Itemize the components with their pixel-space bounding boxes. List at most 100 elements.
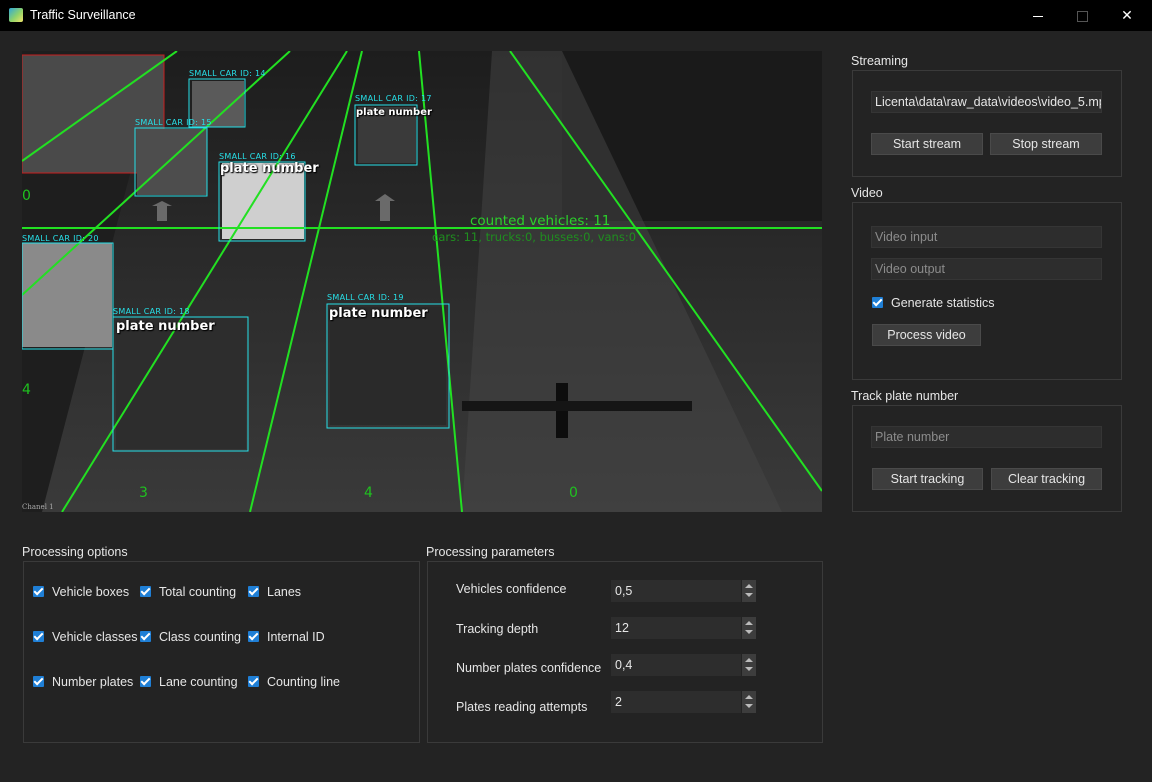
plate-label: plate number <box>329 306 428 321</box>
spinbox-value[interactable]: 0,5 <box>611 580 741 602</box>
option-label: Lane counting <box>159 675 238 689</box>
spinbox-value[interactable]: 12 <box>611 617 741 639</box>
option-label: Internal ID <box>267 630 325 644</box>
param-label: Vehicles confidence <box>456 582 567 596</box>
arrow-up-icon[interactable] <box>745 584 753 588</box>
clear-tracking-button[interactable]: Clear tracking <box>991 468 1102 490</box>
spinbox-arrows[interactable] <box>742 654 756 676</box>
detection-label: SMALL CAR ID: 14 <box>189 69 266 78</box>
app-icon <box>9 8 23 22</box>
param-label: Tracking depth <box>456 622 539 636</box>
option-label: Counting line <box>267 675 340 689</box>
tracking-depth-spinbox[interactable]: 12 <box>611 617 757 639</box>
minimize-icon <box>1033 15 1043 17</box>
close-button[interactable]: ✕ <box>1104 0 1150 31</box>
checkbox-checked-icon <box>140 586 151 597</box>
detection-label: SMALL CAR ID: 18 <box>113 307 190 316</box>
maximize-button[interactable] <box>1059 0 1105 31</box>
processing-parameters-title: Processing parameters <box>426 545 555 559</box>
plate-label: plate number <box>116 319 215 334</box>
stream-source-field[interactable]: Licenta\data\raw_data\videos\video_5.mp4 <box>871 91 1102 113</box>
video-title: Video <box>851 186 883 200</box>
detection-label: SMALL CAR ID: 16 <box>219 152 296 161</box>
spinbox-value[interactable]: 2 <box>611 691 741 713</box>
arrow-up-icon[interactable] <box>745 621 753 625</box>
detection-label: SMALL CAR ID: 20 <box>22 234 99 243</box>
arrow-up-icon[interactable] <box>745 695 753 699</box>
option-label: Vehicle classes <box>52 630 138 644</box>
option-internal-id[interactable]: Internal ID <box>248 630 325 644</box>
plates-reading-attempts-spinbox[interactable]: 2 <box>611 691 757 713</box>
generate-statistics-checkbox[interactable]: Generate statistics <box>872 296 995 310</box>
param-label: Number plates confidence <box>456 661 602 675</box>
streaming-group <box>852 70 1122 177</box>
lane-count: 3 <box>139 485 148 501</box>
option-label: Total counting <box>159 585 237 599</box>
arrow-down-icon[interactable] <box>745 630 753 634</box>
checkbox-checked-icon <box>140 676 151 687</box>
detection-label: SMALL CAR ID: 17 <box>355 94 432 103</box>
track-group <box>852 405 1122 512</box>
spinbox-arrows[interactable] <box>742 691 756 713</box>
lane-count: 4 <box>364 485 373 501</box>
video-frame: SMALL CAR ID: 14 SMALL CAR ID: 15 SMALL … <box>22 51 822 512</box>
param-label: Plates reading attempts <box>456 700 588 714</box>
class-counts-text: cars: 11, trucks:0, busses:0, vans:0 <box>432 230 637 244</box>
detection-label: SMALL CAR ID: 15 <box>135 118 212 127</box>
streaming-title: Streaming <box>851 54 908 68</box>
start-tracking-button[interactable]: Start tracking <box>872 468 983 490</box>
option-label: Class counting <box>159 630 241 644</box>
title-bar: Traffic Surveillance ✕ <box>0 0 1152 31</box>
checkbox-checked-icon <box>248 631 259 642</box>
generate-statistics-label: Generate statistics <box>891 296 995 310</box>
option-counting-line[interactable]: Counting line <box>248 675 340 689</box>
spinbox-arrows[interactable] <box>742 580 756 602</box>
option-lane-counting[interactable]: Lane counting <box>140 675 238 689</box>
stop-stream-button[interactable]: Stop stream <box>990 133 1102 155</box>
arrow-down-icon[interactable] <box>745 704 753 708</box>
plate-number-field[interactable]: Plate number <box>871 426 1102 448</box>
arrow-down-icon[interactable] <box>745 667 753 671</box>
video-input-field[interactable]: Video input <box>871 226 1102 248</box>
checkbox-checked-icon <box>248 586 259 597</box>
checkbox-checked-icon <box>33 676 44 687</box>
spinbox-arrows[interactable] <box>742 617 756 639</box>
lane-count: 0 <box>569 485 578 501</box>
plate-label: plate number <box>220 161 319 176</box>
car-body <box>330 307 446 425</box>
video-output-field[interactable]: Video output <box>871 258 1102 280</box>
checkbox-checked-icon <box>248 676 259 687</box>
arrow-up-icon[interactable] <box>745 658 753 662</box>
option-lanes[interactable]: Lanes <box>248 585 301 599</box>
process-video-button[interactable]: Process video <box>872 324 981 346</box>
close-icon: ✕ <box>1121 7 1133 23</box>
processing-options-title: Processing options <box>22 545 128 559</box>
number-plates-confidence-spinbox[interactable]: 0,4 <box>611 654 757 676</box>
arrow-down-icon[interactable] <box>745 593 753 597</box>
option-vehicle-boxes[interactable]: Vehicle boxes <box>33 585 129 599</box>
option-total-counting[interactable]: Total counting <box>140 585 236 599</box>
detection-label: SMALL CAR ID: 19 <box>327 293 404 302</box>
barrier <box>462 401 692 411</box>
track-title: Track plate number <box>851 389 959 403</box>
car-body <box>22 243 112 347</box>
car-body <box>116 319 246 449</box>
start-stream-button[interactable]: Start stream <box>871 133 983 155</box>
checkbox-checked-icon <box>33 586 44 597</box>
option-label: Lanes <box>267 585 302 599</box>
option-vehicle-classes[interactable]: Vehicle classes <box>33 630 137 644</box>
checkbox-checked-icon <box>872 297 883 308</box>
lane-count: 0 <box>22 188 31 204</box>
plate-label: plate number <box>356 107 432 118</box>
spinbox-value[interactable]: 0,4 <box>611 654 741 676</box>
checkbox-checked-icon <box>33 631 44 642</box>
minimize-button[interactable] <box>1015 0 1061 31</box>
option-label: Vehicle boxes <box>52 585 130 599</box>
channel-label: Chanel 1 <box>22 503 54 511</box>
car-body <box>137 129 207 195</box>
window-title: Traffic Surveillance <box>30 8 136 22</box>
option-class-counting[interactable]: Class counting <box>140 630 241 644</box>
option-number-plates[interactable]: Number plates <box>33 675 133 689</box>
checkbox-checked-icon <box>140 631 151 642</box>
vehicles-confidence-spinbox[interactable]: 0,5 <box>611 580 757 602</box>
